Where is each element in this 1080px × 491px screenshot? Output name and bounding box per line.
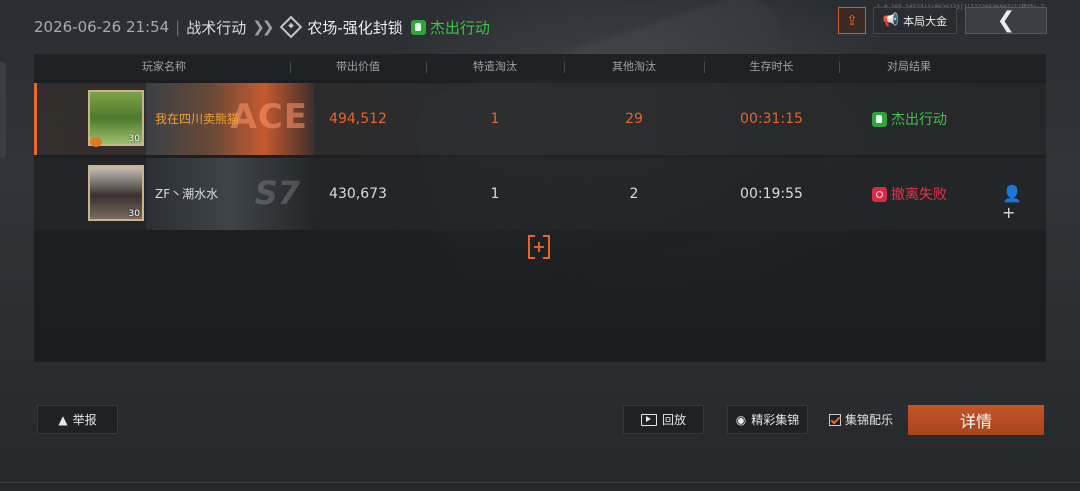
match-header: 2026-06-26 21:54 | 战术行动 ❯❯ 农场-强化封锁 杰出行动 (34, 14, 490, 40)
replay-icon (640, 413, 657, 426)
column-header-special-kills: 特遣淘汰 (473, 60, 517, 73)
header-separator: | (175, 18, 181, 36)
details-button[interactable]: 详情 (908, 405, 1044, 435)
player-result: 杰出行动 (872, 83, 947, 155)
other-kills: 2 (629, 186, 639, 202)
column-header-survival: 生存时长 (749, 60, 794, 73)
back-button[interactable]: ❮ (965, 7, 1047, 34)
highlights-label: 精彩集锦 (751, 413, 800, 427)
report-button[interactable]: ▲ 举报 (37, 405, 118, 434)
replay-label: 回放 (661, 413, 686, 427)
details-label: 详情 (959, 412, 992, 431)
fail-icon (872, 186, 887, 202)
add-friend-icon[interactable]: 👤+ (1002, 184, 1022, 222)
table-row[interactable]: ACE 30 我在四川卖熊猫 494,512 1 29 00:31:15 杰出行… (34, 83, 1046, 155)
match-gold-button[interactable]: 📢 本局大金 (873, 7, 957, 34)
map-diamond-icon (280, 15, 303, 39)
player-result-label: 杰出行动 (891, 112, 947, 128)
pumpkin-badge-icon (90, 137, 102, 147)
music-label: 集锦配乐 (845, 413, 894, 427)
game-mode: 战术行动 (186, 18, 247, 37)
player-result-label: 撤离失败 (891, 187, 947, 203)
replay-button[interactable]: 回放 (623, 405, 704, 434)
table-row[interactable]: S7 30 ZF丶潮水水 430,673 1 2 00:19:55 撤离失败 👤… (34, 158, 1046, 230)
column-header-other-kills: 其他淘汰 (612, 60, 656, 73)
success-icon (410, 19, 426, 35)
warning-icon: ▲ (58, 412, 68, 427)
music-toggle[interactable]: 集锦配乐 (829, 411, 893, 428)
double-chevron-icon: ❯❯ (252, 18, 274, 36)
table-header: 玩家名称 带出价值 特遣淘汰 其他淘汰 生存时长 对局结果 (34, 54, 1046, 80)
column-header-value: 带出价值 (336, 60, 380, 73)
match-result-label: 杰出行动 (429, 18, 490, 37)
column-header-result: 对局结果 (887, 60, 931, 73)
player-name: ZF丶潮水水 (155, 187, 219, 201)
music-checkbox[interactable] (829, 413, 841, 426)
success-icon (872, 111, 887, 127)
match-result: 杰出行动 (410, 17, 490, 38)
column-header-player: 玩家名称 (142, 60, 186, 73)
bottom-divider (0, 482, 1080, 483)
survival-time: 00:31:15 (740, 111, 803, 127)
report-label: 举报 (72, 413, 97, 427)
special-kills: 1 (490, 186, 500, 202)
avatar[interactable]: 30 (88, 165, 144, 221)
highlights-button[interactable]: ◉ 精彩集锦 (727, 405, 808, 434)
self-row-indicator (34, 83, 37, 155)
player-result: 撤离失败 (872, 158, 947, 230)
extract-value: 494,512 (329, 111, 387, 127)
survival-time: 00:19:55 (740, 186, 803, 202)
share-button[interactable]: ⇪ (838, 7, 866, 34)
expand-squad-button[interactable]: + (528, 235, 550, 259)
avatar-level: 30 (128, 209, 140, 219)
avatar-level: 30 (128, 134, 140, 144)
other-kills: 29 (625, 111, 643, 127)
special-kills: 1 (490, 111, 500, 127)
match-datetime: 2026-06-26 21:54 (34, 18, 170, 36)
extract-value: 430,673 (329, 186, 387, 202)
share-icon: ⇪ (846, 12, 858, 29)
camera-icon: ◉ (735, 412, 747, 427)
side-drawer-tab[interactable] (0, 62, 6, 158)
megaphone-icon: 📢 (882, 13, 900, 28)
map-name: 农场-强化封锁 (307, 18, 403, 37)
match-gold-label: 本局大金 (903, 14, 948, 28)
chevron-left-icon: ❮ (996, 8, 1016, 33)
results-table: 玩家名称 带出价值 特遣淘汰 其他淘汰 生存时长 对局结果 ACE 30 我在四… (34, 54, 1046, 362)
player-name: 我在四川卖熊猫 (155, 112, 240, 126)
